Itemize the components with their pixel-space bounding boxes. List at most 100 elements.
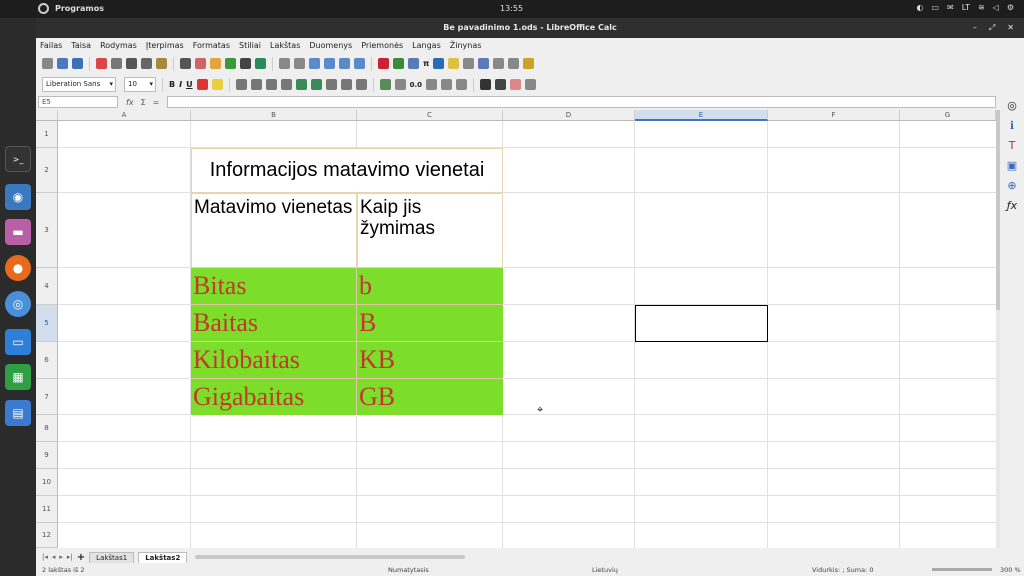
unit-symbol-cell[interactable]: b bbox=[357, 268, 503, 305]
col-header-e[interactable]: E bbox=[635, 110, 768, 121]
aggregate-status[interactable]: Vidurkis: ; Suma: 0 bbox=[812, 566, 873, 574]
percent-icon[interactable] bbox=[394, 79, 406, 90]
menu-view[interactable]: Rodymas bbox=[100, 41, 137, 50]
network-icon[interactable]: ◐ bbox=[916, 3, 923, 12]
display-icon[interactable]: ▭ bbox=[931, 3, 939, 12]
border-color-icon[interactable] bbox=[510, 79, 521, 90]
chromium-icon[interactable]: ◎ bbox=[5, 291, 31, 317]
unit-symbol-cell[interactable]: B bbox=[357, 305, 503, 342]
row-header-6[interactable]: 6 bbox=[36, 342, 58, 379]
menu-file[interactable]: Failas bbox=[40, 41, 62, 50]
functions-icon[interactable]: ƒx bbox=[1007, 199, 1017, 212]
export-pdf-icon[interactable] bbox=[96, 58, 107, 69]
window-titlebar[interactable]: Be pavadinimo 1.ods - LibreOffice Calc –… bbox=[36, 18, 1024, 38]
col-header-c[interactable]: C bbox=[357, 110, 503, 121]
row-header-5[interactable]: 5 bbox=[36, 305, 58, 342]
name-box[interactable]: E5 bbox=[38, 96, 118, 108]
bold-icon[interactable]: B bbox=[169, 80, 175, 89]
row-header-11[interactable]: 11 bbox=[36, 496, 58, 523]
language-indicator[interactable]: LT bbox=[962, 3, 970, 12]
row-header-9[interactable]: 9 bbox=[36, 442, 58, 469]
volume-icon[interactable]: ◁ bbox=[993, 3, 999, 12]
align-top-icon[interactable] bbox=[325, 79, 337, 90]
header-unit-symbol[interactable]: Kaip jis žymimas bbox=[357, 193, 503, 268]
number-format-icon[interactable]: 0.0 bbox=[410, 81, 422, 89]
screen-icon[interactable]: ▭ bbox=[5, 329, 31, 355]
add-sheet-icon[interactable]: + bbox=[77, 552, 85, 563]
active-cell-e5[interactable] bbox=[635, 305, 768, 342]
calc-icon[interactable]: ▦ bbox=[5, 364, 31, 390]
save-icon[interactable] bbox=[72, 58, 83, 69]
align-bottom-icon[interactable] bbox=[355, 79, 367, 90]
row-header-2[interactable]: 2 bbox=[36, 148, 58, 193]
unit-symbol-cell[interactable]: GB bbox=[357, 379, 503, 415]
formula-icon[interactable]: = bbox=[153, 98, 160, 107]
align-center-icon[interactable] bbox=[250, 79, 262, 90]
conditional-icon[interactable] bbox=[525, 79, 536, 90]
sort-desc-icon[interactable] bbox=[339, 58, 350, 69]
autofilter-icon[interactable] bbox=[354, 58, 365, 69]
firefox-icon[interactable]: ● bbox=[5, 255, 31, 281]
navigator-icon[interactable]: ⊕ bbox=[1007, 179, 1016, 192]
font-name-select[interactable]: Liberation Sans bbox=[42, 77, 116, 92]
font-size-select[interactable]: 10 bbox=[124, 77, 156, 92]
last-sheet-icon[interactable]: ▸| bbox=[67, 553, 73, 561]
tab-sheet2[interactable]: Lakštas2 bbox=[138, 551, 188, 563]
wifi-icon[interactable]: ≋ bbox=[978, 3, 985, 12]
unit-name-cell[interactable]: Bitas bbox=[191, 268, 357, 305]
merge-cells-icon[interactable] bbox=[310, 79, 322, 90]
power-icon[interactable]: ⚙ bbox=[1007, 3, 1014, 12]
justify-icon[interactable] bbox=[280, 79, 292, 90]
unit-name-cell[interactable]: Kilobaitas bbox=[191, 342, 357, 379]
menu-styles[interactable]: Stiliai bbox=[239, 41, 261, 50]
wrap-text-icon[interactable] bbox=[295, 79, 307, 90]
styles-icon[interactable]: T bbox=[1009, 139, 1016, 152]
zoom-level[interactable]: 300 % bbox=[1000, 566, 1021, 574]
table-title[interactable]: Informacijos matavimo vienetai bbox=[191, 148, 503, 193]
function-wizard-icon[interactable]: fx bbox=[126, 98, 134, 107]
col-header-g[interactable]: G bbox=[900, 110, 996, 121]
menu-sheet[interactable]: Lakštas bbox=[270, 41, 300, 50]
row-header-1[interactable]: 1 bbox=[36, 121, 58, 148]
header-footer-icon[interactable] bbox=[463, 58, 475, 69]
row-header-7[interactable]: 7 bbox=[36, 379, 58, 415]
mail-icon[interactable]: ✉ bbox=[947, 3, 954, 12]
add-decimal-icon[interactable] bbox=[441, 79, 452, 90]
unit-symbol-cell[interactable]: KB bbox=[357, 342, 503, 379]
tab-sheet1[interactable]: Lakštas1 bbox=[89, 551, 135, 563]
prev-sheet-icon[interactable]: ◂ bbox=[52, 553, 56, 561]
row-icon[interactable] bbox=[279, 58, 290, 69]
menu-tools[interactable]: Priemonės bbox=[361, 41, 403, 50]
open-icon[interactable] bbox=[57, 58, 68, 69]
col-header-a[interactable]: A bbox=[58, 110, 191, 121]
font-color-icon[interactable] bbox=[196, 79, 208, 90]
align-right-icon[interactable] bbox=[265, 79, 277, 90]
horizontal-scrollbar[interactable] bbox=[195, 555, 466, 559]
copy-icon[interactable] bbox=[141, 58, 152, 69]
undo-icon[interactable] bbox=[210, 58, 221, 69]
comment-icon[interactable] bbox=[448, 58, 460, 69]
currency-icon[interactable] bbox=[379, 79, 391, 90]
menu-help[interactable]: Žinynas bbox=[450, 41, 482, 50]
next-sheet-icon[interactable]: ▸ bbox=[59, 553, 63, 561]
date-icon[interactable] bbox=[426, 79, 437, 90]
zoom-slider[interactable] bbox=[932, 568, 992, 571]
spelling-icon[interactable] bbox=[255, 58, 266, 69]
sidebar-settings-icon[interactable]: ◎ bbox=[1007, 99, 1017, 112]
row-header-12[interactable]: 12 bbox=[36, 523, 58, 548]
page-style[interactable]: Numatytasis bbox=[388, 566, 429, 574]
freeze-icon[interactable] bbox=[493, 58, 505, 69]
clock[interactable]: 13:55 bbox=[500, 4, 523, 13]
close-icon[interactable]: ✕ bbox=[1007, 18, 1014, 38]
row-header-8[interactable]: 8 bbox=[36, 415, 58, 442]
split-icon[interactable] bbox=[508, 58, 520, 69]
spreadsheet-grid[interactable]: A B C D E F G 1 2 3 4 5 6 7 8 9 10 11 12… bbox=[36, 110, 996, 548]
col-header-d[interactable]: D bbox=[503, 110, 635, 121]
row-header-4[interactable]: 4 bbox=[36, 268, 58, 305]
files-icon[interactable]: ▬ bbox=[5, 219, 31, 245]
border-style-icon[interactable] bbox=[495, 79, 506, 90]
system-tray[interactable]: ◐ ▭ ✉ LT ≋ ◁ ⚙ bbox=[916, 3, 1014, 12]
define-print-icon[interactable] bbox=[478, 58, 490, 69]
special-char-icon[interactable]: π bbox=[423, 59, 429, 68]
writer-icon[interactable]: ▤ bbox=[5, 400, 31, 426]
